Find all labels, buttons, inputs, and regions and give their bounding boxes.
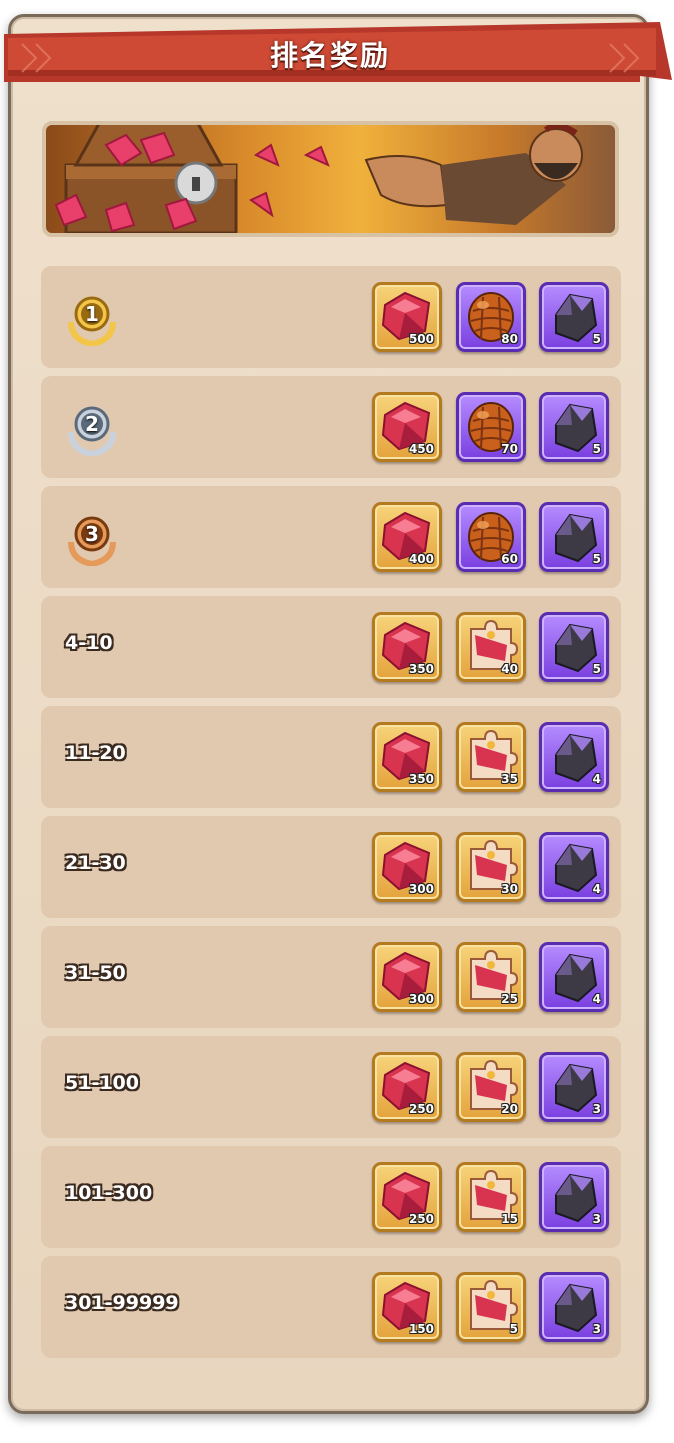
reward-quantity: 30 [501,882,518,896]
reward-quantity: 5 [509,1322,518,1336]
rank-range-label: 21-30 [65,852,126,874]
reward-item[interactable]: 60 [456,502,526,572]
reward-item[interactable]: 4 [539,942,609,1012]
reward-quantity: 250 [408,1212,434,1226]
reward-item[interactable]: 3 [539,1272,609,1342]
reward-quantity: 3 [592,1212,601,1226]
hero-banner-image [42,121,619,237]
reward-item[interactable]: 300 [372,832,442,902]
reward-quantity: 350 [408,662,434,676]
bronze-medal-icon: 3 [65,512,119,568]
reward-item[interactable]: 4 [539,722,609,792]
reward-item[interactable]: 450 [372,392,442,462]
rank-number: 3 [85,522,99,546]
reward-item[interactable]: 500 [372,282,442,352]
reward-row: 21-30 300 30 4 [41,816,621,918]
reward-item[interactable]: 3 [539,1052,609,1122]
reward-item[interactable]: 70 [456,392,526,462]
reward-item[interactable]: 5 [539,282,609,352]
reward-item[interactable]: 400 [372,502,442,572]
reward-quantity: 150 [408,1322,434,1336]
reward-item[interactable]: 5 [539,502,609,572]
reward-quantity: 40 [501,662,518,676]
reward-item[interactable]: 80 [456,282,526,352]
rank-range-label: 11-20 [65,742,126,764]
rank-range-label: 51-100 [65,1072,139,1094]
page-title: 排名奖励 [269,39,390,72]
reward-quantity: 70 [501,442,518,456]
reward-quantity: 500 [408,332,434,346]
treasure-chest-artwork [54,125,583,233]
rank-range-label: 101-300 [65,1182,153,1204]
reward-item[interactable]: 25 [456,942,526,1012]
reward-row: 3 400 60 5 [41,486,621,588]
rank-number: 1 [85,302,99,326]
reward-quantity: 5 [592,552,601,566]
reward-quantity: 300 [408,992,434,1006]
reward-item[interactable]: 15 [456,1162,526,1232]
reward-item[interactable]: 5 [456,1272,526,1342]
reward-item[interactable]: 4 [539,832,609,902]
reward-row: 101-300 250 15 3 [41,1146,621,1248]
reward-item[interactable]: 40 [456,612,526,682]
reward-row: 4-10 350 40 5 [41,596,621,698]
rank-number: 2 [85,412,99,436]
reward-quantity: 3 [592,1322,601,1336]
reward-quantity: 5 [592,332,601,346]
reward-item[interactable]: 250 [372,1052,442,1122]
reward-quantity: 60 [501,552,518,566]
reward-quantity: 250 [408,1102,434,1116]
title-banner: 排名奖励 [0,20,674,92]
reward-row: 31-50 300 25 4 [41,926,621,1028]
reward-item[interactable]: 3 [539,1162,609,1232]
rank-range-label: 4-10 [65,632,113,654]
reward-row: 2 450 70 5 [41,376,621,478]
reward-quantity: 300 [408,882,434,896]
gold-medal-icon: 1 [65,292,119,348]
rank-range-label: 301-99999 [65,1292,179,1314]
reward-item[interactable]: 35 [456,722,526,792]
reward-quantity: 3 [592,1102,601,1116]
rank-range-label: 31-50 [65,962,126,984]
reward-item[interactable]: 350 [372,722,442,792]
reward-item[interactable]: 350 [372,612,442,682]
reward-row: 11-20 350 35 4 [41,706,621,808]
reward-quantity: 5 [592,442,601,456]
reward-quantity: 4 [592,772,601,786]
reward-row: 1 500 80 5 [41,266,621,368]
reward-quantity: 80 [501,332,518,346]
reward-item[interactable]: 250 [372,1162,442,1232]
reward-quantity: 35 [501,772,518,786]
reward-row: 51-100 250 20 3 [41,1036,621,1138]
reward-item[interactable]: 150 [372,1272,442,1342]
reward-item[interactable]: 5 [539,392,609,462]
reward-item[interactable]: 5 [539,612,609,682]
reward-quantity: 450 [408,442,434,456]
silver-medal-icon: 2 [65,402,119,458]
reward-quantity: 4 [592,882,601,896]
reward-item[interactable]: 30 [456,832,526,902]
reward-row: 301-99999 150 5 3 [41,1256,621,1358]
reward-quantity: 15 [501,1212,518,1226]
reward-quantity: 4 [592,992,601,1006]
reward-quantity: 20 [501,1102,518,1116]
reward-quantity: 400 [408,552,434,566]
reward-quantity: 350 [408,772,434,786]
reward-item[interactable]: 300 [372,942,442,1012]
reward-quantity: 25 [501,992,518,1006]
reward-quantity: 5 [592,662,601,676]
reward-item[interactable]: 20 [456,1052,526,1122]
